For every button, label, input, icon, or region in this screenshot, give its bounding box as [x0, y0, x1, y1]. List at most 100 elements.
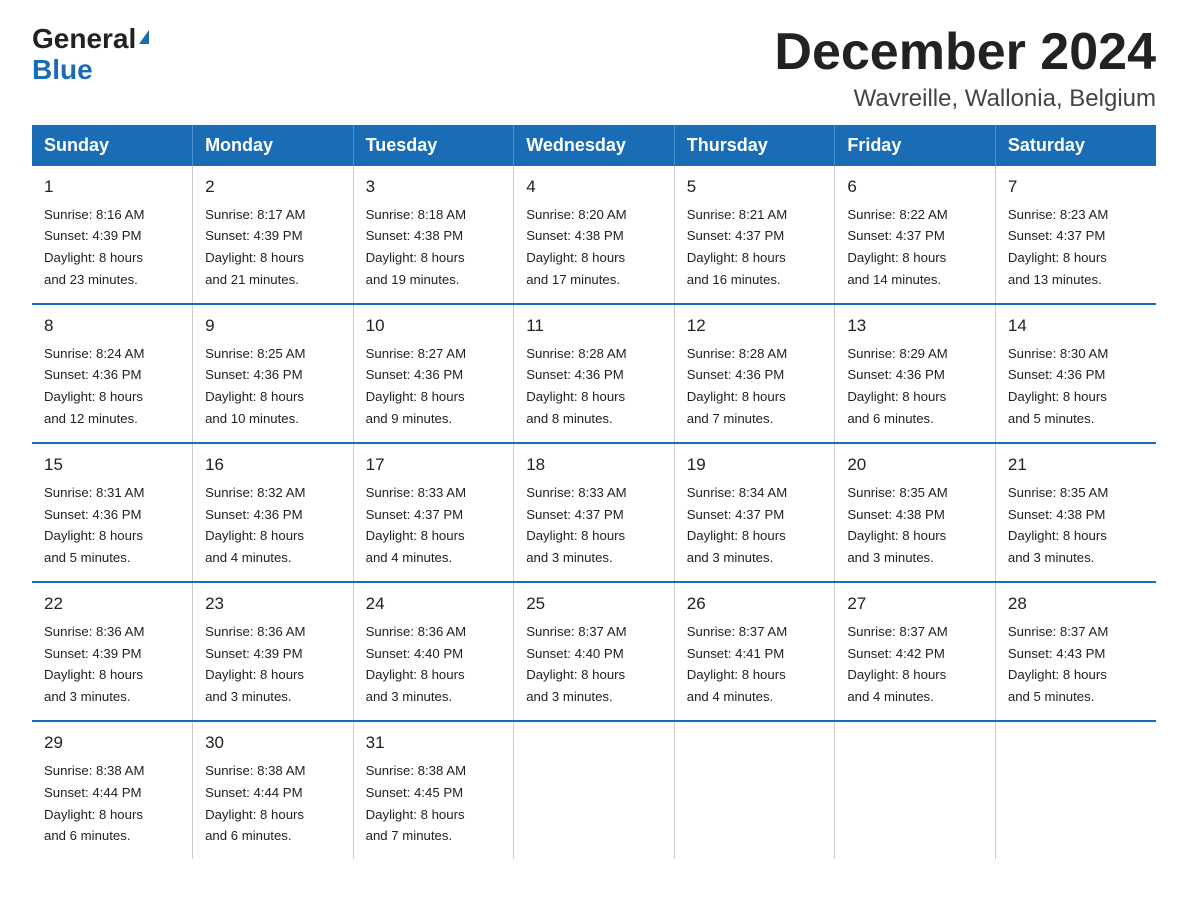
day-info: Sunrise: 8:20 AMSunset: 4:38 PMDaylight:…	[526, 207, 626, 288]
day-number: 16	[205, 452, 343, 478]
day-number: 12	[687, 313, 825, 339]
day-info: Sunrise: 8:37 AMSunset: 4:43 PMDaylight:…	[1008, 624, 1108, 705]
table-row: 6 Sunrise: 8:22 AMSunset: 4:37 PMDayligh…	[835, 166, 996, 304]
day-number: 7	[1008, 174, 1146, 200]
day-number: 15	[44, 452, 182, 478]
table-row: 30 Sunrise: 8:38 AMSunset: 4:44 PMDaylig…	[193, 721, 354, 859]
table-row: 4 Sunrise: 8:20 AMSunset: 4:38 PMDayligh…	[514, 166, 675, 304]
logo-area: General Blue	[32, 24, 149, 86]
table-row: 21 Sunrise: 8:35 AMSunset: 4:38 PMDaylig…	[995, 443, 1156, 582]
logo-triangle-icon	[139, 30, 149, 44]
day-info: Sunrise: 8:28 AMSunset: 4:36 PMDaylight:…	[526, 346, 626, 427]
calendar-week-row: 1 Sunrise: 8:16 AMSunset: 4:39 PMDayligh…	[32, 166, 1156, 304]
day-info: Sunrise: 8:38 AMSunset: 4:44 PMDaylight:…	[44, 763, 144, 844]
day-number: 2	[205, 174, 343, 200]
day-number: 13	[847, 313, 985, 339]
day-info: Sunrise: 8:37 AMSunset: 4:42 PMDaylight:…	[847, 624, 947, 705]
table-row: 24 Sunrise: 8:36 AMSunset: 4:40 PMDaylig…	[353, 582, 514, 721]
day-info: Sunrise: 8:38 AMSunset: 4:45 PMDaylight:…	[366, 763, 466, 844]
table-row: 14 Sunrise: 8:30 AMSunset: 4:36 PMDaylig…	[995, 304, 1156, 443]
table-row: 19 Sunrise: 8:34 AMSunset: 4:37 PMDaylig…	[674, 443, 835, 582]
day-info: Sunrise: 8:36 AMSunset: 4:40 PMDaylight:…	[366, 624, 466, 705]
day-info: Sunrise: 8:35 AMSunset: 4:38 PMDaylight:…	[847, 485, 947, 566]
table-row: 2 Sunrise: 8:17 AMSunset: 4:39 PMDayligh…	[193, 166, 354, 304]
day-number: 1	[44, 174, 182, 200]
table-row: 15 Sunrise: 8:31 AMSunset: 4:36 PMDaylig…	[32, 443, 193, 582]
day-info: Sunrise: 8:32 AMSunset: 4:36 PMDaylight:…	[205, 485, 305, 566]
day-info: Sunrise: 8:17 AMSunset: 4:39 PMDaylight:…	[205, 207, 305, 288]
col-wednesday: Wednesday	[514, 125, 675, 166]
day-number: 8	[44, 313, 182, 339]
table-row: 7 Sunrise: 8:23 AMSunset: 4:37 PMDayligh…	[995, 166, 1156, 304]
calendar-week-row: 22 Sunrise: 8:36 AMSunset: 4:39 PMDaylig…	[32, 582, 1156, 721]
table-row: 18 Sunrise: 8:33 AMSunset: 4:37 PMDaylig…	[514, 443, 675, 582]
table-row: 27 Sunrise: 8:37 AMSunset: 4:42 PMDaylig…	[835, 582, 996, 721]
calendar-table: Sunday Monday Tuesday Wednesday Thursday…	[32, 125, 1156, 859]
table-row	[674, 721, 835, 859]
day-info: Sunrise: 8:24 AMSunset: 4:36 PMDaylight:…	[44, 346, 144, 427]
day-info: Sunrise: 8:16 AMSunset: 4:39 PMDaylight:…	[44, 207, 144, 288]
day-number: 20	[847, 452, 985, 478]
calendar-week-row: 15 Sunrise: 8:31 AMSunset: 4:36 PMDaylig…	[32, 443, 1156, 582]
logo-general: General	[32, 23, 136, 54]
day-info: Sunrise: 8:33 AMSunset: 4:37 PMDaylight:…	[366, 485, 466, 566]
calendar-subtitle: Wavreille, Wallonia, Belgium	[774, 85, 1156, 113]
day-info: Sunrise: 8:29 AMSunset: 4:36 PMDaylight:…	[847, 346, 947, 427]
day-number: 11	[526, 313, 664, 339]
day-number: 27	[847, 591, 985, 617]
table-row: 31 Sunrise: 8:38 AMSunset: 4:45 PMDaylig…	[353, 721, 514, 859]
day-number: 31	[366, 730, 504, 756]
table-row: 22 Sunrise: 8:36 AMSunset: 4:39 PMDaylig…	[32, 582, 193, 721]
day-number: 9	[205, 313, 343, 339]
table-row: 11 Sunrise: 8:28 AMSunset: 4:36 PMDaylig…	[514, 304, 675, 443]
day-number: 14	[1008, 313, 1146, 339]
day-number: 22	[44, 591, 182, 617]
day-info: Sunrise: 8:25 AMSunset: 4:36 PMDaylight:…	[205, 346, 305, 427]
day-number: 4	[526, 174, 664, 200]
col-sunday: Sunday	[32, 125, 193, 166]
calendar-week-row: 8 Sunrise: 8:24 AMSunset: 4:36 PMDayligh…	[32, 304, 1156, 443]
day-number: 6	[847, 174, 985, 200]
table-row: 9 Sunrise: 8:25 AMSunset: 4:36 PMDayligh…	[193, 304, 354, 443]
col-friday: Friday	[835, 125, 996, 166]
table-row	[995, 721, 1156, 859]
table-row: 1 Sunrise: 8:16 AMSunset: 4:39 PMDayligh…	[32, 166, 193, 304]
day-info: Sunrise: 8:36 AMSunset: 4:39 PMDaylight:…	[205, 624, 305, 705]
day-number: 29	[44, 730, 182, 756]
day-info: Sunrise: 8:21 AMSunset: 4:37 PMDaylight:…	[687, 207, 787, 288]
day-number: 28	[1008, 591, 1146, 617]
header: General Blue December 2024 Wavreille, Wa…	[32, 24, 1156, 113]
col-tuesday: Tuesday	[353, 125, 514, 166]
table-row: 12 Sunrise: 8:28 AMSunset: 4:36 PMDaylig…	[674, 304, 835, 443]
page: General Blue December 2024 Wavreille, Wa…	[0, 0, 1188, 883]
day-info: Sunrise: 8:18 AMSunset: 4:38 PMDaylight:…	[366, 207, 466, 288]
table-row: 17 Sunrise: 8:33 AMSunset: 4:37 PMDaylig…	[353, 443, 514, 582]
col-saturday: Saturday	[995, 125, 1156, 166]
table-row: 20 Sunrise: 8:35 AMSunset: 4:38 PMDaylig…	[835, 443, 996, 582]
day-info: Sunrise: 8:35 AMSunset: 4:38 PMDaylight:…	[1008, 485, 1108, 566]
table-row: 8 Sunrise: 8:24 AMSunset: 4:36 PMDayligh…	[32, 304, 193, 443]
table-row	[835, 721, 996, 859]
calendar-title: December 2024	[774, 24, 1156, 81]
table-row: 13 Sunrise: 8:29 AMSunset: 4:36 PMDaylig…	[835, 304, 996, 443]
day-info: Sunrise: 8:37 AMSunset: 4:40 PMDaylight:…	[526, 624, 626, 705]
day-number: 23	[205, 591, 343, 617]
table-row: 5 Sunrise: 8:21 AMSunset: 4:37 PMDayligh…	[674, 166, 835, 304]
day-info: Sunrise: 8:27 AMSunset: 4:36 PMDaylight:…	[366, 346, 466, 427]
day-number: 10	[366, 313, 504, 339]
day-number: 25	[526, 591, 664, 617]
day-number: 3	[366, 174, 504, 200]
table-row: 16 Sunrise: 8:32 AMSunset: 4:36 PMDaylig…	[193, 443, 354, 582]
day-number: 24	[366, 591, 504, 617]
table-row: 23 Sunrise: 8:36 AMSunset: 4:39 PMDaylig…	[193, 582, 354, 721]
day-number: 21	[1008, 452, 1146, 478]
table-row: 29 Sunrise: 8:38 AMSunset: 4:44 PMDaylig…	[32, 721, 193, 859]
table-row: 10 Sunrise: 8:27 AMSunset: 4:36 PMDaylig…	[353, 304, 514, 443]
day-info: Sunrise: 8:33 AMSunset: 4:37 PMDaylight:…	[526, 485, 626, 566]
calendar-header-row: Sunday Monday Tuesday Wednesday Thursday…	[32, 125, 1156, 166]
table-row	[514, 721, 675, 859]
day-info: Sunrise: 8:22 AMSunset: 4:37 PMDaylight:…	[847, 207, 947, 288]
day-number: 5	[687, 174, 825, 200]
day-info: Sunrise: 8:38 AMSunset: 4:44 PMDaylight:…	[205, 763, 305, 844]
logo: General Blue	[32, 24, 149, 86]
